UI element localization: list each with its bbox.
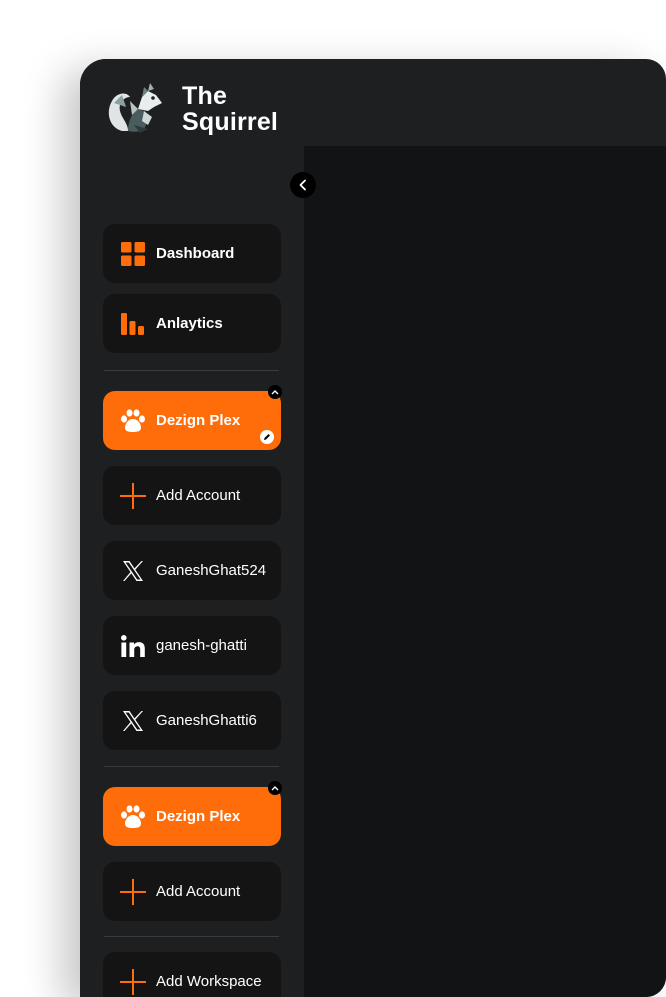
workspace-item-2[interactable]: Dezign Plex	[103, 787, 281, 846]
x-icon	[118, 706, 148, 736]
divider	[104, 370, 279, 371]
add-workspace-button[interactable]: Add Workspace	[103, 952, 281, 997]
app-window: The Squirrel Dashboard Anlaytics Dezign …	[80, 59, 666, 997]
app-name-line2: Squirrel	[182, 108, 279, 136]
add-account-button-2[interactable]: Add Account	[103, 862, 281, 921]
account-label-3: GaneshGhatti6	[156, 712, 257, 729]
squirrel-logo-icon	[108, 83, 162, 133]
plus-icon	[118, 481, 148, 511]
add-workspace-label: Add Workspace	[156, 973, 262, 990]
paw-icon	[118, 406, 148, 436]
collapse-sidebar-button[interactable]	[290, 172, 316, 198]
divider	[104, 766, 279, 767]
logo[interactable]: The Squirrel	[104, 81, 278, 137]
grid-icon	[118, 239, 148, 269]
collapse-workspace-chevron-up-icon[interactable]	[268, 781, 282, 795]
account-label-2: ganesh-ghatti	[156, 637, 247, 654]
collapse-workspace-chevron-up-icon[interactable]	[268, 385, 282, 399]
app-name: The Squirrel	[182, 83, 278, 135]
plus-icon	[118, 877, 148, 907]
account-label-1: GaneshGhat524	[156, 562, 267, 579]
account-item-x-2[interactable]: GaneshGhatti6	[103, 691, 281, 750]
add-account-label-1: Add Account	[156, 487, 241, 504]
workspace-name-1: Dezign Plex	[156, 412, 241, 429]
linkedin-icon	[118, 631, 148, 661]
x-icon	[118, 556, 148, 586]
add-account-label-2: Add Account	[156, 883, 241, 900]
account-item-x-1[interactable]: GaneshGhat524	[103, 541, 281, 600]
nav-label-dashboard: Dashboard	[156, 245, 235, 262]
bar-chart-icon	[118, 309, 148, 339]
chevron-left-icon	[299, 179, 306, 191]
divider	[104, 936, 279, 937]
nav-item-analytics[interactable]: Anlaytics	[103, 294, 281, 353]
workspace-item-1[interactable]: Dezign Plex	[103, 391, 281, 450]
nav-item-dashboard[interactable]: Dashboard	[103, 224, 281, 283]
main-content	[304, 146, 666, 997]
sidebar: The Squirrel Dashboard Anlaytics Dezign …	[80, 59, 304, 997]
add-account-button-1[interactable]: Add Account	[103, 466, 281, 525]
edit-workspace-pencil-icon[interactable]	[259, 429, 275, 445]
app-name-line1: The	[182, 82, 228, 110]
account-item-linkedin[interactable]: ganesh-ghatti	[103, 616, 281, 675]
plus-icon	[118, 967, 148, 997]
nav-label-analytics: Anlaytics	[156, 315, 223, 332]
paw-icon	[118, 802, 148, 832]
workspace-name-2: Dezign Plex	[156, 808, 241, 825]
